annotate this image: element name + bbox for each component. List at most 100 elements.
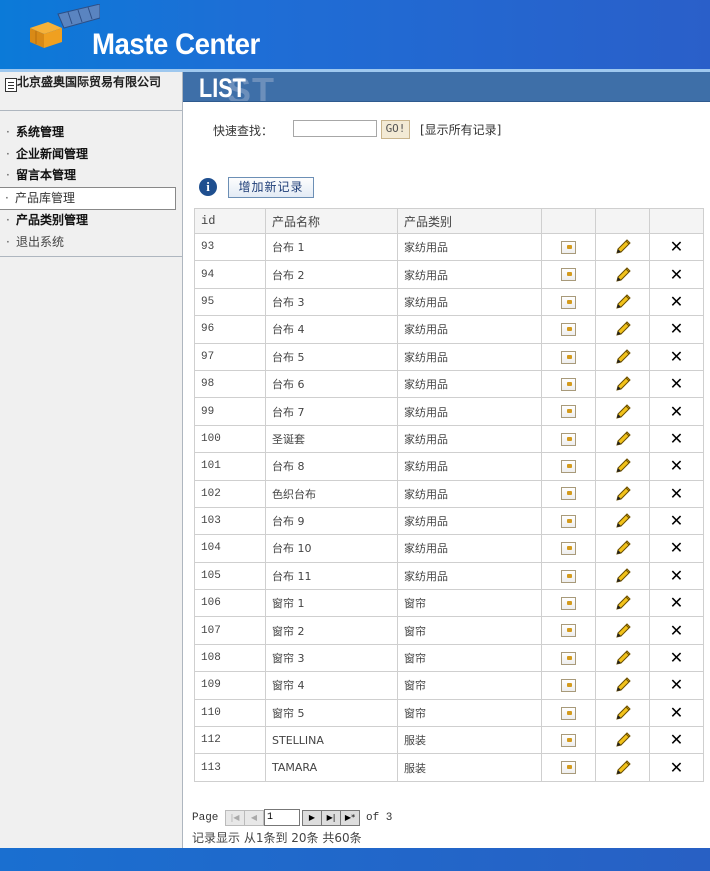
- go-button[interactable]: GO!: [381, 120, 410, 139]
- delete-button[interactable]: ✕: [649, 342, 704, 371]
- view-button[interactable]: [541, 342, 596, 371]
- delete-button[interactable]: ✕: [649, 287, 704, 317]
- view-button[interactable]: [541, 561, 596, 591]
- delete-button[interactable]: ✕: [649, 589, 704, 618]
- edit-button[interactable]: [595, 561, 650, 591]
- delete-button[interactable]: ✕: [649, 726, 704, 755]
- table-row: 107 窗帘 2 窗帘 ✕: [194, 616, 704, 645]
- last-page-button[interactable]: ▶|: [321, 810, 341, 826]
- table-row: 96 台布 4 家纺用品 ✕: [194, 315, 704, 344]
- edit-button[interactable]: [595, 397, 650, 426]
- add-new-record-button[interactable]: 增加新记录: [228, 177, 314, 198]
- table-body: 93 台布 1 家纺用品 ✕ 94 台布 2 家纺用品 ✕ 95 台布 3 家纺用品 ✕ 96 台布 4家…: [194, 232, 704, 782]
- edit-pencil-icon: [615, 705, 631, 720]
- delete-button[interactable]: ✕: [649, 534, 704, 563]
- delete-button[interactable]: ✕: [649, 479, 704, 508]
- view-button[interactable]: [541, 315, 596, 344]
- next-page-button[interactable]: ▶: [302, 810, 322, 826]
- sidebar-item-system[interactable]: · 系统管理: [0, 122, 182, 144]
- prev-page-button[interactable]: ◀: [244, 810, 264, 826]
- sidebar-item-news[interactable]: · 企业新闻管理: [0, 144, 182, 166]
- delete-button[interactable]: ✕: [649, 643, 704, 673]
- edit-button[interactable]: [595, 424, 650, 454]
- cell-product-category: 窗帘: [397, 616, 542, 645]
- delete-button[interactable]: ✕: [649, 506, 704, 536]
- delete-button[interactable]: ✕: [649, 369, 704, 399]
- view-button[interactable]: [541, 232, 596, 262]
- edit-button[interactable]: [595, 342, 650, 371]
- edit-button[interactable]: [595, 616, 650, 645]
- edit-button[interactable]: [595, 369, 650, 399]
- edit-button[interactable]: [595, 506, 650, 536]
- view-button[interactable]: [541, 589, 596, 618]
- delete-button[interactable]: ✕: [649, 753, 704, 782]
- cell-product-category: 家纺用品: [397, 397, 542, 426]
- delete-button[interactable]: ✕: [649, 561, 704, 591]
- edit-button[interactable]: [595, 589, 650, 618]
- sidebar-item-logout[interactable]: · 退出系统: [0, 232, 182, 254]
- page-number-input[interactable]: [264, 809, 300, 826]
- delete-x-icon: ✕: [669, 264, 684, 284]
- edit-button[interactable]: [595, 315, 650, 344]
- edit-button[interactable]: [595, 643, 650, 673]
- edit-pencil-icon: [615, 622, 631, 638]
- first-page-button[interactable]: |◀: [225, 810, 245, 826]
- view-icon: [561, 240, 576, 254]
- delete-button[interactable]: ✕: [649, 671, 704, 700]
- search-input[interactable]: [293, 120, 377, 137]
- edit-pencil-icon: [615, 595, 631, 610]
- sidebar-item-guestbook[interactable]: · 留言本管理: [0, 165, 182, 187]
- view-button[interactable]: [541, 260, 596, 289]
- edit-pencil-icon: [615, 759, 631, 775]
- view-button[interactable]: [541, 506, 596, 536]
- new-record-nav-button[interactable]: ▶*: [340, 810, 360, 826]
- edit-button[interactable]: [595, 671, 650, 700]
- company-name: 北京盛奥国际贸易有限公司: [17, 75, 162, 89]
- view-button[interactable]: [541, 753, 596, 782]
- view-button[interactable]: [541, 643, 596, 673]
- sidebar-item-categories[interactable]: · 产品类别管理: [0, 210, 182, 232]
- view-button[interactable]: [541, 726, 596, 755]
- sidebar-item-products[interactable]: · 产品库管理: [0, 186, 176, 210]
- view-icon: [561, 350, 576, 364]
- edit-button[interactable]: [595, 479, 650, 508]
- cell-product-category: 家纺用品: [397, 369, 542, 399]
- delete-button[interactable]: ✕: [649, 616, 704, 645]
- edit-button[interactable]: [595, 726, 650, 755]
- column-header-delete: [649, 208, 704, 234]
- delete-button[interactable]: ✕: [649, 698, 704, 728]
- cell-id: 99: [194, 397, 266, 426]
- edit-button[interactable]: [595, 534, 650, 563]
- delete-button[interactable]: ✕: [649, 424, 704, 454]
- cell-product-category: 窗帘: [397, 589, 542, 618]
- show-all-link[interactable]: [显示所有记录]: [420, 121, 501, 138]
- sidebar-divider: [0, 256, 182, 257]
- delete-button[interactable]: ✕: [649, 397, 704, 426]
- delete-button[interactable]: ✕: [649, 452, 704, 481]
- edit-button[interactable]: [595, 753, 650, 782]
- view-button[interactable]: [541, 424, 596, 454]
- view-button[interactable]: [541, 671, 596, 700]
- view-icon: [561, 295, 576, 309]
- cell-id: 108: [194, 643, 266, 673]
- view-button[interactable]: [541, 397, 596, 426]
- view-button[interactable]: [541, 287, 596, 317]
- edit-button[interactable]: [595, 287, 650, 317]
- bullet-icon: ·: [5, 190, 9, 205]
- view-button[interactable]: [541, 369, 596, 399]
- edit-button[interactable]: [595, 698, 650, 728]
- edit-button[interactable]: [595, 452, 650, 481]
- view-button[interactable]: [541, 452, 596, 481]
- edit-button[interactable]: [595, 232, 650, 262]
- view-button[interactable]: [541, 616, 596, 645]
- view-button[interactable]: [541, 479, 596, 508]
- delete-x-icon: ✕: [669, 565, 684, 585]
- delete-button[interactable]: ✕: [649, 315, 704, 344]
- delete-button[interactable]: ✕: [649, 260, 704, 289]
- column-header-name: 产品名称: [265, 208, 398, 234]
- cell-id: 112: [194, 726, 266, 755]
- view-button[interactable]: [541, 534, 596, 563]
- delete-button[interactable]: ✕: [649, 232, 704, 262]
- view-button[interactable]: [541, 698, 596, 728]
- edit-button[interactable]: [595, 260, 650, 289]
